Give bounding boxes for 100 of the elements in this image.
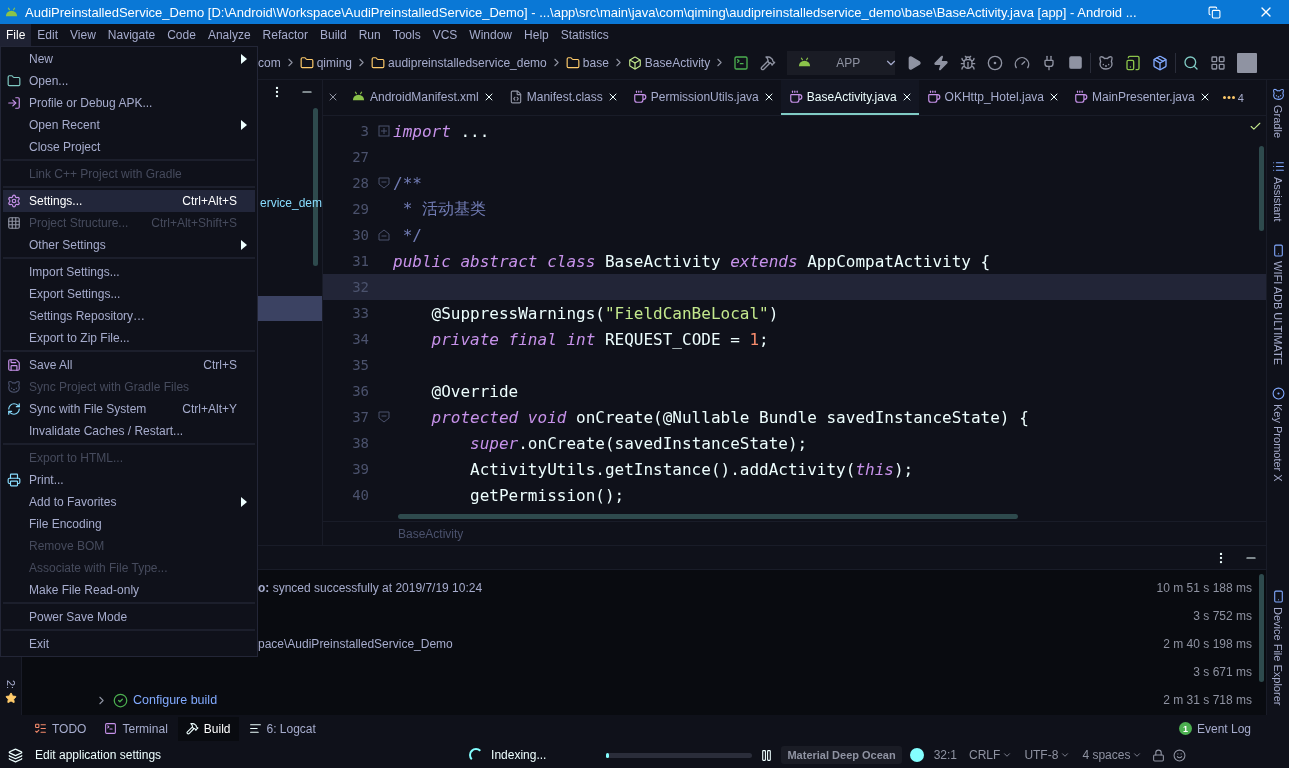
menu-item[interactable]: Help xyxy=(518,24,555,46)
menu-item[interactable]: Tools xyxy=(386,24,427,46)
menu-item[interactable]: Run xyxy=(352,24,387,46)
breadcrumb-item[interactable]: com xyxy=(258,55,281,70)
menu-item[interactable]: Close Project xyxy=(3,136,255,158)
code-line: @Override xyxy=(430,381,519,401)
menu-item[interactable]: File Encoding xyxy=(3,513,255,535)
line-number: 31 xyxy=(351,253,370,269)
menu-item[interactable]: Invalidate Caches / Restart... xyxy=(3,420,255,442)
code-line: getPermission(); xyxy=(469,485,625,505)
tree-item[interactable]: ervice_dem xyxy=(259,196,322,210)
caret-position[interactable]: 32:1 xyxy=(931,748,960,762)
breadcrumb-item[interactable]: base xyxy=(582,55,609,70)
menu-item[interactable]: Print... xyxy=(3,469,255,491)
menu-item[interactable]: Build xyxy=(313,24,353,46)
menu-item[interactable]: Make File Read-only xyxy=(3,579,255,601)
line-number: 28 xyxy=(351,175,370,191)
breadcrumb-item[interactable]: qiming xyxy=(316,55,353,70)
status-message: Edit application settings xyxy=(35,748,162,762)
menu-item[interactable]: Settings Repository… xyxy=(3,305,255,327)
run-config-dropdown[interactable]: APP xyxy=(787,50,896,75)
line-number: 38 xyxy=(351,435,370,451)
code-line: protected void onCreate(@Nullable Bundle savedInstanceState) { xyxy=(430,407,1029,427)
menu-item[interactable]: Statistics xyxy=(554,24,615,46)
editor-tab[interactable]: OKHttp_Hotel.java xyxy=(918,80,1066,115)
tool-window-button[interactable]: Assistant xyxy=(1271,160,1285,222)
menu-item[interactable]: File xyxy=(0,24,32,46)
menu-item[interactable]: Open Recent xyxy=(3,114,255,136)
line-number: 40 xyxy=(351,487,370,503)
line-number: 29 xyxy=(351,201,370,217)
menu-item[interactable]: Edit xyxy=(31,24,65,46)
line-number: 34 xyxy=(351,331,370,347)
window-title: AudiPreinstalledService_Demo [D:\Android\Workspace\AudiPreinstalledService_Demo] - ...\app\src\main\java\com\qiming\audipreinstalledservice_demo\base\BaseActivity.java [app] - Android ... xyxy=(25,4,1138,20)
build-time: 3 s 671 ms xyxy=(1193,665,1252,679)
menu-item[interactable]: Import Settings... xyxy=(3,261,255,283)
menu-item[interactable]: Refactor xyxy=(256,24,314,46)
editor-tab[interactable]: MainPresenter.java xyxy=(1066,80,1217,115)
hidden-tab-count[interactable]: 4 xyxy=(1237,91,1244,104)
menu-item[interactable]: Power Save Mode xyxy=(3,606,255,628)
editor-tab[interactable]: Manifest.class xyxy=(500,80,625,115)
menu-item[interactable]: Analyze xyxy=(201,24,257,46)
menu-item[interactable]: Code xyxy=(161,24,202,46)
line-number: 30 xyxy=(351,227,370,243)
code-line: super.onCreate(savedInstanceState); xyxy=(469,433,808,453)
status-task[interactable]: Indexing... xyxy=(491,748,547,762)
encoding-selector[interactable]: UTF-8 xyxy=(1022,748,1073,762)
build-time: 3 s 752 ms xyxy=(1193,609,1252,623)
line-separator-selector[interactable]: CRLF xyxy=(967,748,1015,762)
editor-tab[interactable]: AndroidManifest.xml xyxy=(343,80,501,115)
build-time: 2 m 31 s 718 ms xyxy=(1163,693,1252,707)
line-number: 27 xyxy=(351,149,370,165)
menu-item[interactable]: New xyxy=(3,48,255,70)
menu-item[interactable]: Export to Zip File... xyxy=(3,327,255,349)
menu-item[interactable]: VCS xyxy=(426,24,464,46)
menu-item[interactable]: View xyxy=(64,24,102,46)
menu-item[interactable]: Window xyxy=(463,24,519,46)
build-task[interactable]: Configure build xyxy=(133,693,218,707)
menu-item[interactable]: Navigate xyxy=(101,24,162,46)
menu-item[interactable]: Sync with File System Ctrl+Alt+Y xyxy=(3,398,255,420)
line-number: 37 xyxy=(351,409,370,425)
tool-window-tab[interactable]: Terminal xyxy=(96,716,176,741)
code-line: ActivityUtils.getInstance().addActivity(this); xyxy=(469,459,914,479)
count-badge: 1 xyxy=(1178,722,1192,735)
code-line: @SuppressWarnings("FieldCanBeLocal") xyxy=(430,303,779,323)
tool-window-tab[interactable]: TODO xyxy=(26,716,95,741)
code-line: private final int REQUEST_CODE = 1; xyxy=(430,329,769,349)
tool-window-button[interactable]: WIFI ADB ULTIMATE xyxy=(1271,243,1285,365)
code-line: /** xyxy=(393,173,422,193)
tool-window-tab[interactable]: Build xyxy=(177,716,239,741)
line-number: 35 xyxy=(351,357,370,373)
line-number: 3 xyxy=(359,123,370,139)
build-time: 10 m 51 s 188 ms xyxy=(1156,581,1252,595)
tool-window-tab[interactable]: 6: Logcat xyxy=(240,716,324,741)
menu-item[interactable]: Export Settings... xyxy=(3,283,255,305)
breadcrumb-item[interactable]: BaseActivity xyxy=(644,55,711,70)
menu-item[interactable]: Open... xyxy=(3,70,255,92)
editor-tab[interactable]: PermissionUtils.java xyxy=(624,80,781,115)
event-log-button[interactable]: 1 Event Log xyxy=(1172,720,1257,737)
breadcrumb-item[interactable]: audipreinstalledservice_demo xyxy=(388,55,547,70)
tool-window-label[interactable]: 2: xyxy=(4,679,17,689)
code-line: public abstract class BaseActivity extends AppCompatActivity { xyxy=(393,251,991,271)
menu-item[interactable]: Other Settings xyxy=(3,234,255,256)
line-number: 33 xyxy=(351,305,370,321)
line-number: 39 xyxy=(351,461,370,477)
build-message: pace\AudiPreinstalledService_Demo xyxy=(258,637,453,651)
menu-item[interactable]: Profile or Debug APK... xyxy=(3,92,255,114)
editor-tab[interactable]: BaseActivity.java xyxy=(780,80,919,115)
code-line: */ xyxy=(401,225,422,245)
theme-label[interactable]: Material Deep Ocean xyxy=(781,746,902,764)
menu-item[interactable]: Exit xyxy=(3,633,255,655)
menu-item[interactable]: Settings... Ctrl+Alt+S xyxy=(3,190,255,212)
menu-item[interactable]: Save All Ctrl+S xyxy=(3,354,255,376)
tool-window-button[interactable]: Device File Explorer xyxy=(1271,589,1285,705)
tool-window-button[interactable]: Key Promoter X xyxy=(1271,386,1285,482)
menu-item[interactable]: Add to Favorites xyxy=(3,491,255,513)
indent-selector[interactable]: 4 spaces xyxy=(1080,748,1145,762)
code-line: import ... xyxy=(393,121,490,141)
build-time: 2 m 40 s 198 ms xyxy=(1163,637,1252,651)
tool-window-button[interactable]: Gradle xyxy=(1271,88,1285,139)
line-number: 36 xyxy=(351,383,370,399)
